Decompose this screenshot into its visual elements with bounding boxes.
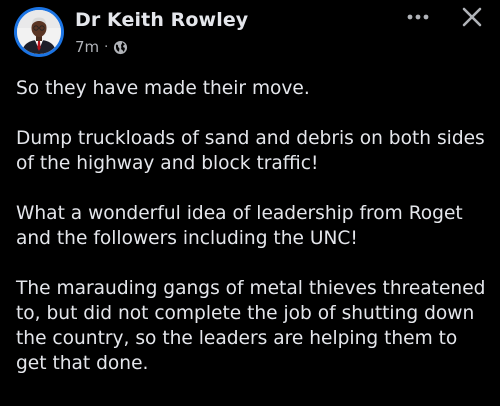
post-paragraph: Dump truckloads of sand and debris on bo…: [16, 128, 485, 174]
close-button[interactable]: [460, 5, 484, 29]
post-body: So they have made their move. Dump truck…: [16, 76, 500, 401]
author-avatar[interactable]: [14, 7, 64, 57]
meta-separator: ·: [104, 39, 109, 55]
post-paragraph: What a wonderful idea of leadership from…: [16, 203, 463, 249]
more-options-button[interactable]: [404, 6, 432, 28]
post-paragraph: The marauding gangs of metal thieves thr…: [16, 278, 486, 374]
close-icon: [462, 7, 482, 27]
post-timestamp[interactable]: 7m: [75, 38, 99, 56]
author-name[interactable]: Dr Keith Rowley: [75, 9, 248, 31]
post-header: Dr Keith Rowley 7m ·: [0, 0, 500, 66]
post-paragraph: So they have made their move.: [16, 78, 310, 99]
post-meta: 7m ·: [75, 38, 128, 56]
avatar-photo: [17, 10, 61, 54]
globe-icon: [113, 40, 128, 55]
facebook-post: Dr Keith Rowley 7m · So they have made t…: [0, 0, 500, 406]
more-options-icon: [407, 14, 429, 20]
